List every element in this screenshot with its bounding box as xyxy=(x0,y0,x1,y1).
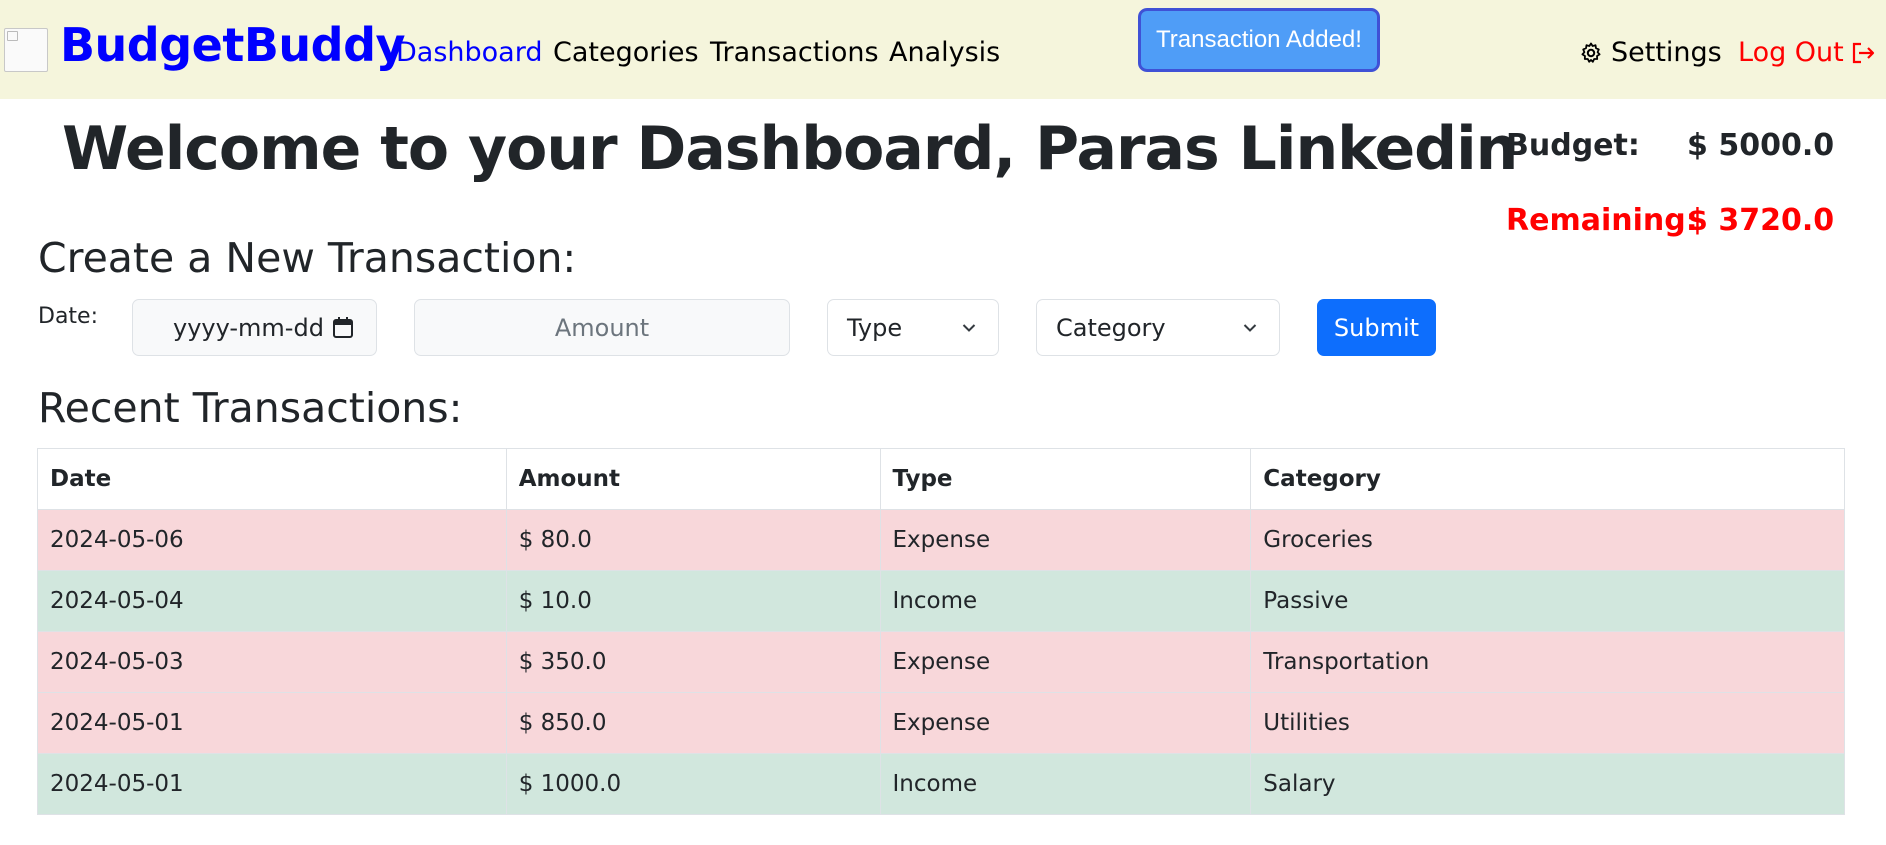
logout-arrow-icon xyxy=(1852,42,1874,63)
brand-logo-text[interactable]: BudgetBuddy xyxy=(60,18,406,72)
chevron-down-icon xyxy=(1243,324,1257,332)
table-row[interactable]: 2024-05-01 $ 850.0 Expense Utilities xyxy=(37,692,1845,754)
amount-placeholder: Amount xyxy=(554,313,650,342)
column-header-category: Category xyxy=(1250,448,1845,510)
cell-amount: $ 1000.0 xyxy=(505,753,881,815)
logout-link[interactable]: Log Out xyxy=(1738,37,1876,68)
cell-amount: $ 850.0 xyxy=(505,692,881,754)
remaining-value: $ 3720.0 xyxy=(1687,203,1835,238)
navbar: BudgetBuddy Dashboard Categories Transac… xyxy=(0,0,1886,99)
cell-date: 2024-05-01 xyxy=(37,692,507,754)
date-placeholder: yyyy-mm-dd xyxy=(173,313,324,342)
table-row[interactable]: 2024-05-01 $ 1000.0 Income Salary xyxy=(37,753,1845,815)
column-header-type: Type xyxy=(879,448,1252,510)
nav-link-analysis[interactable]: Analysis xyxy=(889,37,1000,68)
cell-date: 2024-05-04 xyxy=(37,570,507,632)
table-row[interactable]: 2024-05-03 $ 350.0 Expense Transportatio… xyxy=(37,631,1845,693)
create-transaction-heading: Create a New Transaction: xyxy=(38,234,577,282)
cell-date: 2024-05-01 xyxy=(37,753,507,815)
cell-amount: $ 350.0 xyxy=(505,631,881,693)
budget-value: $ 5000.0 xyxy=(1687,128,1835,163)
transactions-table: Date Amount Type Category 2024-05-06 $ 8… xyxy=(37,448,1845,815)
cell-category: Salary xyxy=(1250,753,1845,815)
cell-date: 2024-05-06 xyxy=(37,509,507,571)
category-select[interactable]: Category xyxy=(1036,299,1280,356)
date-input[interactable]: yyyy-mm-dd xyxy=(132,299,377,356)
table-row[interactable]: 2024-05-06 $ 80.0 Expense Groceries xyxy=(37,509,1845,571)
chevron-down-icon xyxy=(962,324,976,332)
cell-type: Income xyxy=(879,570,1252,632)
transaction-added-toast: Transaction Added! xyxy=(1138,8,1380,72)
nav-link-dashboard[interactable]: Dashboard xyxy=(396,37,542,68)
column-header-amount: Amount xyxy=(505,448,881,510)
remaining-label: Remaining: xyxy=(1506,203,1698,238)
settings-link[interactable]: Settings xyxy=(1579,37,1722,68)
cell-category: Utilities xyxy=(1250,692,1845,754)
toast-message: Transaction Added! xyxy=(1156,26,1362,53)
date-label: Date: xyxy=(38,304,98,329)
cell-category: Passive xyxy=(1250,570,1845,632)
type-selected-value: Type xyxy=(847,313,903,342)
column-header-date: Date xyxy=(37,448,507,510)
table-header-row: Date Amount Type Category xyxy=(37,448,1845,510)
cell-date: 2024-05-03 xyxy=(37,631,507,693)
submit-label: Submit xyxy=(1333,313,1420,342)
broken-image-icon[interactable] xyxy=(4,28,48,72)
cell-type: Expense xyxy=(879,631,1252,693)
recent-transactions-heading: Recent Transactions: xyxy=(38,384,463,432)
table-row[interactable]: 2024-05-04 $ 10.0 Income Passive xyxy=(37,570,1845,632)
category-selected-value: Category xyxy=(1056,313,1166,342)
calendar-icon[interactable] xyxy=(332,316,354,340)
settings-label: Settings xyxy=(1611,37,1722,68)
cell-category: Transportation xyxy=(1250,631,1845,693)
cell-amount: $ 10.0 xyxy=(505,570,881,632)
type-select[interactable]: Type xyxy=(827,299,999,356)
nav-link-transactions[interactable]: Transactions xyxy=(710,37,879,68)
nav-link-categories[interactable]: Categories xyxy=(553,37,699,68)
amount-input[interactable]: Amount xyxy=(414,299,790,356)
page-title: Welcome to your Dashboard, Paras Linkedi… xyxy=(62,114,1518,184)
logout-label: Log Out xyxy=(1738,37,1844,68)
gear-icon xyxy=(1581,42,1601,63)
cell-category: Groceries xyxy=(1250,509,1845,571)
submit-button[interactable]: Submit xyxy=(1317,299,1436,356)
cell-type: Income xyxy=(879,753,1252,815)
budget-label: Budget: xyxy=(1506,128,1640,163)
cell-type: Expense xyxy=(879,509,1252,571)
cell-type: Expense xyxy=(879,692,1252,754)
cell-amount: $ 80.0 xyxy=(505,509,881,571)
